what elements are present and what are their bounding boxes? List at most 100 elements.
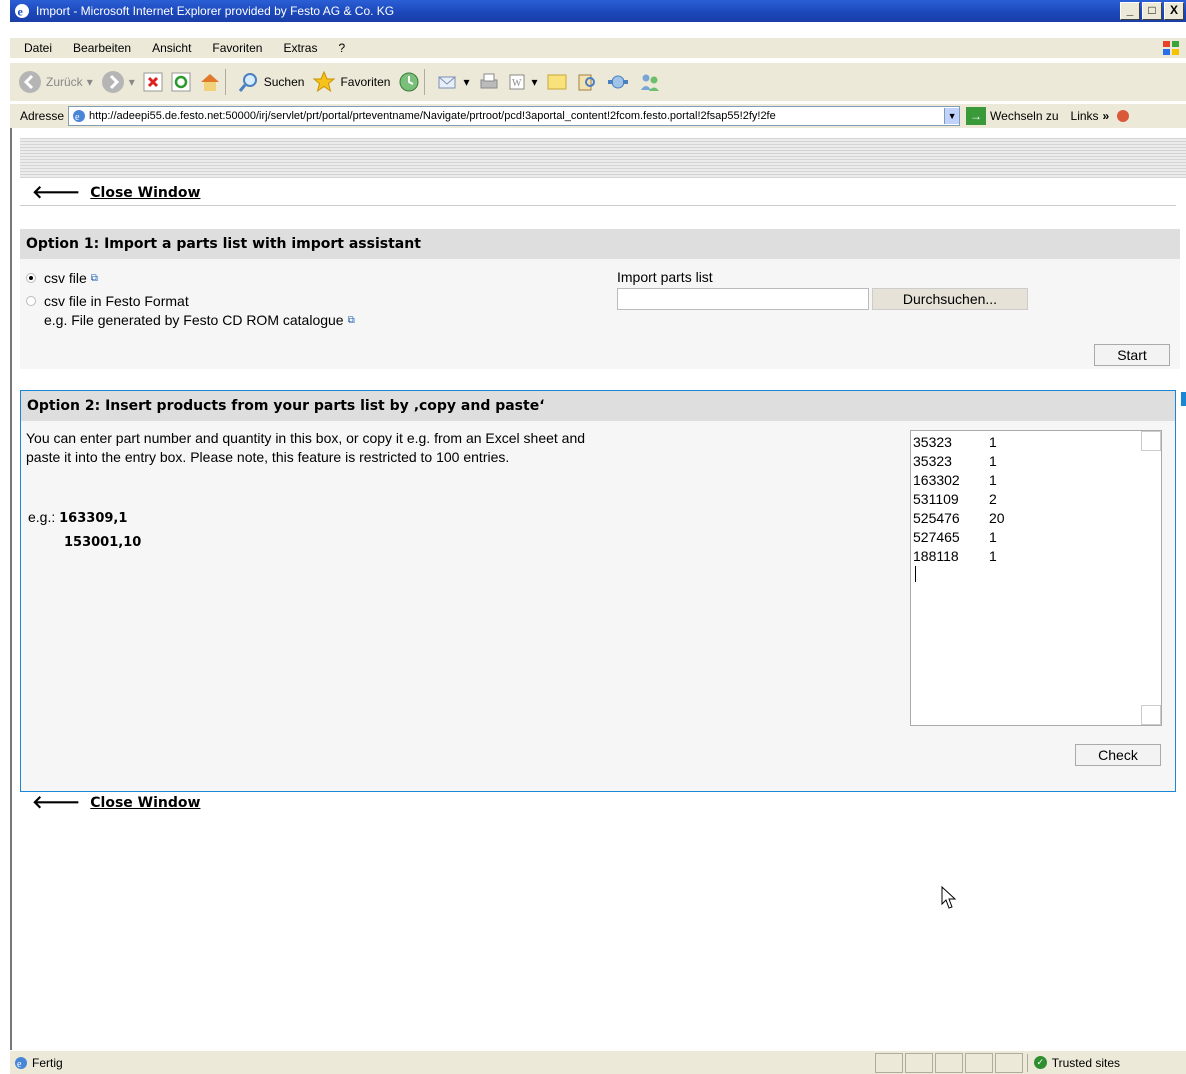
close-button[interactable]: X [1164, 2, 1184, 20]
radio-csv-row[interactable]: csv file ⧉ [26, 270, 98, 286]
address-dropdown-icon[interactable]: ▼ [944, 108, 960, 124]
page-content: 🡐 Close Window Option 1: Import a parts … [10, 128, 1186, 1050]
entry-row: 188118 1 [911, 547, 1161, 566]
word-icon: W [509, 74, 525, 90]
contacts-button[interactable] [638, 71, 662, 93]
toolbar: Zurück ▾ ▾ Suchen Favoriten ▾ W ▾ [10, 63, 1186, 101]
option2-panel: Option 2: Insert products from your part… [20, 390, 1176, 792]
status-text: Fertig [32, 1055, 63, 1070]
people-icon [640, 74, 659, 91]
menu-bar: Datei Bearbeiten Ansicht Favoriten Extra… [10, 38, 1186, 58]
edit-button[interactable]: W ▾ [508, 72, 538, 92]
maximize-button[interactable]: □ [1142, 2, 1162, 20]
refresh-button[interactable] [171, 72, 191, 92]
check-button[interactable]: Check [1075, 744, 1161, 766]
entry-row: 35323 1 [911, 452, 1161, 471]
search-button[interactable]: Suchen [238, 71, 305, 93]
status-bar: e Fertig ✓ Trusted sites [10, 1050, 1186, 1074]
menu-extras[interactable]: Extras [283, 41, 317, 55]
favorites-button[interactable]: Favoriten [312, 70, 390, 94]
address-input[interactable]: e http://adeepi55.de.festo.net:50000/irj… [68, 106, 961, 126]
entry-row: 525476 20 [911, 509, 1161, 528]
external-link-icon[interactable]: ⧉ [348, 315, 355, 326]
minimize-button[interactable]: _ [1120, 2, 1140, 20]
forward-button[interactable]: ▾ [101, 70, 135, 94]
external-link-icon[interactable]: ⧉ [91, 273, 98, 284]
entry-row: 527465 1 [911, 528, 1161, 547]
search-label: Suchen [263, 75, 305, 89]
close-window-link[interactable]: Close Window [90, 795, 200, 811]
notes-icon [547, 74, 567, 90]
notes-button[interactable] [546, 72, 568, 92]
entry-row: 163302 1 [911, 471, 1161, 490]
mouse-cursor-icon [941, 886, 957, 909]
zone-label: Trusted sites [1051, 1055, 1120, 1070]
menu-help[interactable]: ? [338, 41, 345, 55]
close-window-bottom[interactable]: 🡐 Close Window [32, 792, 200, 813]
stop-button[interactable] [143, 72, 163, 92]
windows-logo-icon [1163, 41, 1179, 55]
address-label: Adresse [20, 109, 65, 123]
forward-arrow-icon [101, 71, 124, 93]
browse-button[interactable]: Durchsuchen... [872, 288, 1028, 310]
history-button[interactable] [398, 71, 420, 93]
home-button[interactable] [199, 72, 221, 92]
refresh-icon [171, 72, 191, 92]
history-icon [399, 72, 419, 92]
scrollbar-bottom[interactable] [1141, 705, 1161, 725]
dropdown-icon: ▾ [531, 75, 538, 89]
toolbar-separator [424, 69, 426, 95]
toolbar-extension-icon[interactable] [1115, 108, 1131, 124]
radio-csv[interactable] [26, 273, 36, 283]
mail-button[interactable]: ▾ [437, 72, 470, 92]
satellite-icon [607, 75, 628, 89]
parts-entry-textarea[interactable]: 35323 1 35323 1 163302 1 531109 2 525476 20 5… [910, 430, 1162, 726]
entry-row: 35323 1 [911, 433, 1161, 452]
page-icon: e [73, 110, 86, 123]
window-title: Import - Microsoft Internet Explorer pro… [36, 4, 395, 18]
menu-datei[interactable]: Datei [24, 41, 52, 55]
close-window-top[interactable]: 🡐 Close Window [32, 182, 200, 203]
menu-favoriten[interactable]: Favoriten [212, 41, 262, 55]
print-button[interactable] [478, 72, 500, 92]
research-icon [578, 74, 595, 91]
radio-festo-row[interactable]: csv file in Festo Format [26, 293, 189, 309]
header-stripes [20, 138, 1186, 178]
home-icon [200, 74, 219, 91]
radio-csv-label: csv file [44, 270, 87, 286]
option2-title: Option 2: Insert products from your part… [21, 391, 1175, 421]
entry-qty: 1 [989, 529, 997, 545]
chevron-icon[interactable]: » [1103, 109, 1110, 123]
entry-part: 527465 [913, 529, 960, 545]
research-button[interactable] [576, 71, 598, 93]
entry-part: 35323 [913, 453, 952, 469]
option2-description: You can enter part number and quantity i… [26, 430, 586, 465]
import-file-input[interactable] [617, 288, 869, 310]
option1-panel: Option 1: Import a parts list with impor… [20, 229, 1180, 369]
address-url: http://adeepi55.de.festo.net:50000/irj/s… [89, 110, 776, 122]
status-cell [874, 1052, 903, 1073]
svg-text:e: e [18, 5, 24, 19]
arrow-left-icon: 🡐 [32, 792, 81, 813]
entry-part: 188118 [913, 548, 959, 564]
close-window-link[interactable]: Close Window [90, 185, 200, 201]
menu-ansicht[interactable]: Ansicht [152, 41, 191, 55]
messenger-button[interactable] [606, 71, 630, 93]
svg-text:e: e [75, 112, 80, 123]
radio-festo[interactable] [26, 296, 36, 306]
menu-bearbeiten[interactable]: Bearbeiten [73, 41, 131, 55]
go-button[interactable]: → Wechseln zu [966, 107, 1059, 125]
back-button[interactable]: Zurück ▾ [18, 70, 93, 94]
svg-text:e: e [17, 1059, 22, 1070]
entry-row: 531109 2 [911, 490, 1161, 509]
page-status-icon: e [15, 1056, 27, 1070]
entry-qty: 1 [989, 453, 997, 469]
example-line-2: 153001,10 [64, 535, 142, 550]
entry-part: 525476 [913, 510, 960, 526]
scrollbar-top[interactable] [1141, 431, 1161, 451]
start-button[interactable]: Start [1094, 344, 1170, 366]
security-zone[interactable]: ✓ Trusted sites [1026, 1053, 1120, 1072]
go-arrow-icon: → [966, 107, 987, 125]
dropdown-icon: ▾ [463, 75, 470, 89]
links-button[interactable]: Links [1071, 109, 1099, 123]
